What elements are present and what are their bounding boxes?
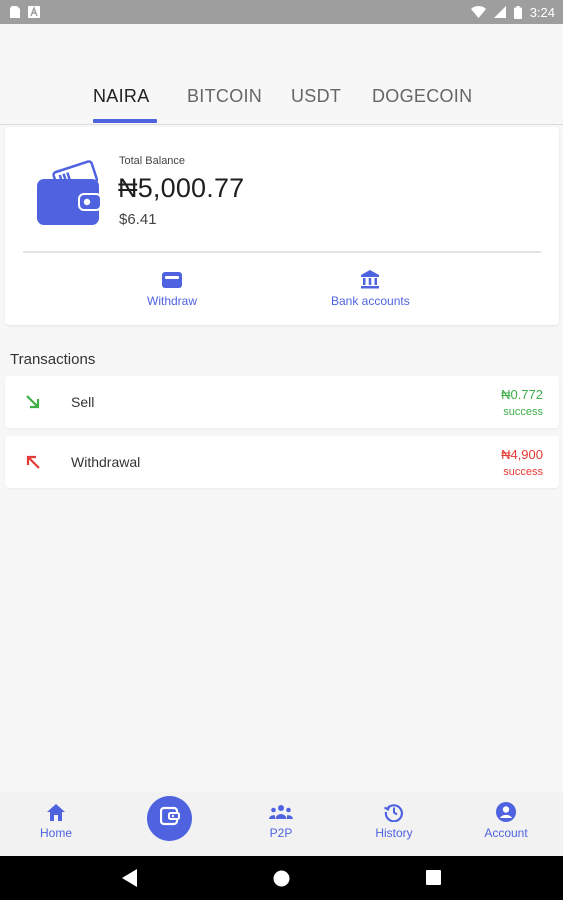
nav-wallet-button[interactable] <box>147 796 192 841</box>
bank-accounts-label: Bank accounts <box>331 294 410 308</box>
tab-dogecoin[interactable]: DOGECOIN <box>372 86 472 107</box>
arrow-down-right-icon <box>25 394 41 410</box>
bottom-navigation: Home P2P History Account <box>0 792 563 856</box>
nav-history-label: History <box>375 826 413 840</box>
transaction-status: success <box>503 406 543 418</box>
wifi-icon <box>470 6 486 18</box>
battery-icon <box>513 5 522 19</box>
system-navigation-bar <box>0 856 563 900</box>
transaction-status: success <box>503 466 543 478</box>
bank-accounts-button[interactable]: Bank accounts <box>331 269 410 308</box>
transaction-row[interactable]: Withdrawal ₦4,900 success <box>5 436 559 488</box>
transaction-row[interactable]: Sell ₦0.772 success <box>5 376 559 428</box>
active-tab-indicator <box>93 119 157 123</box>
status-right: 3:24 <box>470 4 555 20</box>
people-icon <box>269 802 293 822</box>
nav-p2p[interactable]: P2P <box>241 802 321 840</box>
balance-card: Total Balance ₦5,000.77 $6.41 Withdraw B… <box>5 127 559 325</box>
nav-home-label: Home <box>39 826 72 840</box>
account-icon <box>496 802 516 822</box>
back-icon[interactable] <box>122 869 138 892</box>
nav-p2p-label: P2P <box>269 826 293 840</box>
transaction-type: Withdrawal <box>71 454 141 470</box>
signal-icon <box>493 6 506 18</box>
home-circle-icon[interactable] <box>273 870 290 892</box>
tab-usdt[interactable]: USDT <box>291 86 341 107</box>
withdraw-button[interactable]: Withdraw <box>147 269 197 308</box>
nav-home[interactable]: Home <box>16 802 96 840</box>
tab-bitcoin[interactable]: BITCOIN <box>187 86 262 107</box>
total-balance-amount: ₦5,000.77 <box>118 173 245 203</box>
bank-icon <box>360 269 380 289</box>
total-balance-label: Total Balance <box>119 155 186 167</box>
home-icon <box>47 802 65 822</box>
wallet-icon <box>159 806 180 831</box>
transaction-amount: ₦0.772 <box>501 387 543 402</box>
recents-icon[interactable] <box>426 870 441 890</box>
transactions-title: Transactions <box>10 351 96 368</box>
status-left <box>10 6 40 18</box>
wallet-money-icon <box>35 157 107 229</box>
tab-naira[interactable]: NAIRA <box>93 86 150 107</box>
a-badge-icon <box>28 6 40 18</box>
status-bar: 3:24 <box>0 0 563 24</box>
transaction-type: Sell <box>71 394 95 410</box>
balance-usd-equivalent: $6.41 <box>119 211 157 228</box>
nav-account[interactable]: Account <box>466 802 546 840</box>
nav-history[interactable]: History <box>354 802 434 840</box>
withdraw-label: Withdraw <box>147 294 198 308</box>
currency-tabs: NAIRA BITCOIN USDT DOGECOIN <box>0 24 563 125</box>
status-time: 3:24 <box>529 4 555 20</box>
card-divider <box>23 251 541 253</box>
sim-card-icon <box>10 6 20 18</box>
history-icon <box>384 802 404 822</box>
wallet-icon <box>162 269 182 289</box>
arrow-up-left-icon <box>25 454 41 470</box>
nav-account-label: Account <box>484 826 528 840</box>
transaction-amount: ₦4,900 <box>501 447 543 462</box>
